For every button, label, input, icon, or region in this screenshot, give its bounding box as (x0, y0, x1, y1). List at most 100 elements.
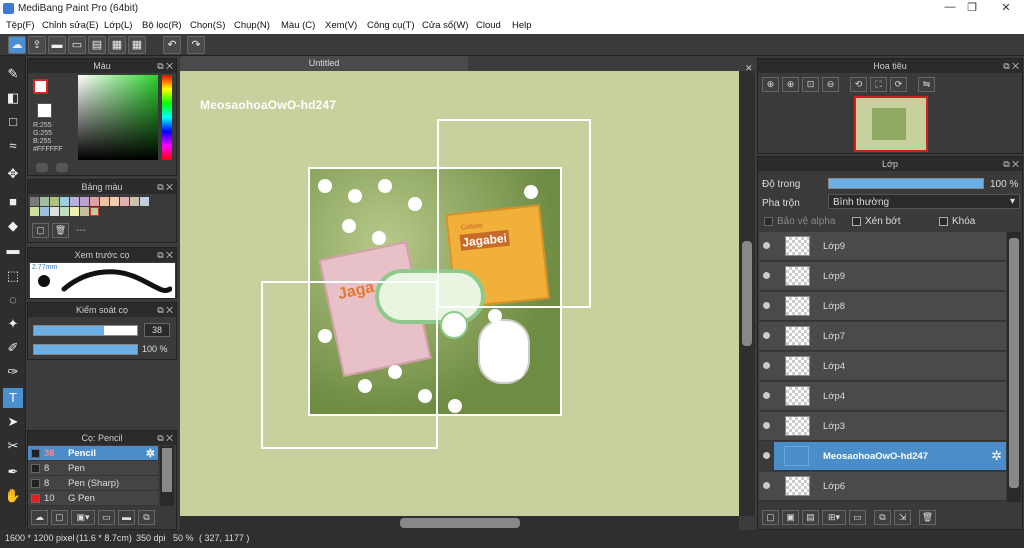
blend-mode-select[interactable]: Bình thường ▾ (828, 194, 1020, 209)
layer-row[interactable]: Lớp7 (759, 322, 1006, 351)
dot-tool-icon[interactable]: □ (3, 112, 23, 132)
select-rect-icon[interactable]: ⬚ (3, 266, 23, 286)
eyedropper-icon[interactable]: ✒ (3, 462, 23, 482)
layer-row[interactable]: Lớp4 (759, 382, 1006, 411)
canvas-vertical-scrollbar[interactable] (739, 71, 755, 516)
panel-pin-icon[interactable]: ⧉ ✕ (1003, 59, 1019, 73)
brush-item-pen[interactable]: 8 Pen (28, 461, 158, 476)
panel-pin-icon[interactable]: ⧉ ✕ (157, 59, 173, 73)
menu-window[interactable]: Cửa sổ(W) (422, 20, 468, 31)
hand-tool-icon[interactable]: ✋ (3, 486, 23, 506)
menu-tools[interactable]: Công cụ(T) (367, 20, 415, 31)
brush-menu-icon[interactable]: ▣▾ (71, 510, 95, 525)
panel-pin-icon[interactable]: ⧉ ✕ (157, 431, 173, 445)
saturation-value-square[interactable] (78, 75, 158, 160)
zoom-in-icon[interactable]: ⊕ (762, 77, 779, 92)
minimize-icon[interactable]: — (938, 1, 962, 13)
menu-select[interactable]: Chọn(S) (190, 20, 225, 31)
clipping-checkbox[interactable] (852, 217, 861, 226)
gallery-icon[interactable]: ▦ (108, 36, 126, 54)
eraser-tool-icon[interactable]: ◧ (3, 88, 23, 108)
menu-color[interactable]: Màu (C) (281, 20, 315, 31)
panel-pin-icon[interactable]: ⧉ ✕ (157, 303, 173, 317)
grid-icon[interactable]: ▦ (128, 36, 146, 54)
brush-opacity-slider[interactable] (33, 344, 138, 355)
brush-item-pencil[interactable]: 38 Pencil ✲ (28, 446, 158, 461)
eye-icon[interactable] (763, 362, 770, 369)
color-mode-icon[interactable] (36, 163, 48, 172)
hue-slider[interactable] (162, 75, 172, 160)
brush-folder-icon[interactable]: ▭ (98, 510, 115, 525)
delete-layer-icon[interactable]: 🗑 (919, 510, 936, 525)
menu-edit[interactable]: Chỉnh sửa(E) (42, 20, 99, 31)
new-layer-1bit-icon[interactable]: ▤ (802, 510, 819, 525)
flip-icon[interactable]: ⇋ (918, 77, 935, 92)
brush-size-slider[interactable] (33, 325, 138, 336)
new-layer-8bit-icon[interactable]: ▣ (782, 510, 799, 525)
protect-alpha-checkbox[interactable] (764, 217, 773, 226)
menu-file[interactable]: Tệp(F) (6, 20, 35, 31)
brush-folder2-icon[interactable]: ▬ (118, 510, 135, 525)
panel-pin-icon[interactable]: ⧉ ✕ (157, 180, 173, 194)
rotate-right-icon[interactable]: ⟳ (890, 77, 907, 92)
layer-list-scrollbar[interactable] (1007, 232, 1021, 502)
layer-row[interactable]: Lớp9 (759, 232, 1006, 261)
redo-icon[interactable]: ↷ (187, 36, 205, 54)
layer-row[interactable]: Lớp4 (759, 352, 1006, 381)
rect-fill-tool-icon[interactable]: ■ (3, 192, 23, 212)
restore-icon[interactable]: ❐ (960, 1, 984, 14)
secondary-color-swatch[interactable] (37, 103, 52, 118)
close-icon[interactable]: ✕ (994, 1, 1018, 14)
panel-pin-icon[interactable]: ⧉ ✕ (157, 248, 173, 262)
selection-frame-bottom-left[interactable] (261, 281, 438, 449)
operation-tool-icon[interactable]: ➤ (3, 412, 23, 432)
brush-item-g-pen[interactable]: 10 G Pen (28, 491, 158, 506)
rotate-left-icon[interactable]: ⟲ (850, 77, 867, 92)
text-tool-icon[interactable]: T (3, 388, 23, 408)
bucket-tool-icon[interactable]: ◆ (3, 216, 23, 236)
panel-pin-icon[interactable]: ⧉ ✕ (1003, 157, 1019, 171)
menu-snap[interactable]: Chụp(N) (234, 20, 270, 31)
gradient-tool-icon[interactable]: ▬ (3, 240, 23, 260)
new-layer-icon[interactable]: ▢ (762, 510, 779, 525)
color-history-icon[interactable] (56, 163, 68, 172)
primary-color-swatch[interactable] (33, 79, 48, 94)
layer-row[interactable]: Lớp9 (759, 262, 1006, 291)
eye-icon[interactable] (763, 242, 770, 249)
delete-palette-icon[interactable]: 🗑 (52, 223, 69, 238)
add-layer-menu-icon[interactable]: ⊞▾ (822, 510, 846, 525)
brush-list-scrollbar[interactable] (160, 446, 174, 506)
selection-frame-top-right[interactable] (437, 119, 591, 308)
cloud-brush-icon[interactable]: ☁ (31, 510, 48, 525)
layer-row[interactable]: Lớp3 (759, 412, 1006, 441)
menu-help[interactable]: Help (512, 20, 532, 31)
chat-icon[interactable]: ▭ (68, 36, 86, 54)
merge-layer-icon[interactable]: ⇲ (894, 510, 911, 525)
blur-tool-icon[interactable]: ≈ (3, 136, 23, 156)
eye-icon[interactable] (763, 302, 770, 309)
eye-icon[interactable] (763, 452, 770, 459)
gear-icon[interactable]: ✲ (991, 448, 1002, 464)
zoom-out-icon[interactable]: ⊕ (782, 77, 799, 92)
canvas-horizontal-scrollbar[interactable] (180, 516, 739, 530)
page-icon[interactable]: ▤ (88, 36, 106, 54)
gear-icon[interactable]: ✲ (146, 447, 155, 460)
duplicate-brush-icon[interactable]: ⧉ (138, 510, 155, 525)
divide-tool-icon[interactable]: ✂ (3, 436, 23, 456)
lock-checkbox[interactable] (939, 217, 948, 226)
menu-filter[interactable]: Bộ lọc(R) (142, 20, 182, 31)
menu-cloud[interactable]: Cloud (476, 20, 501, 31)
layer-folder-icon[interactable]: ▭ (849, 510, 866, 525)
upload-icon[interactable]: ⇪ (28, 36, 46, 54)
select-pen-icon[interactable]: ✐ (3, 338, 23, 358)
magic-wand-icon[interactable]: ✦ (3, 314, 23, 334)
layer-row[interactable]: Lớp6 (759, 472, 1006, 501)
eye-icon[interactable] (763, 332, 770, 339)
add-brush-icon[interactable]: ▢ (51, 510, 68, 525)
navigator-thumbnail[interactable] (854, 96, 928, 152)
eye-icon[interactable] (763, 392, 770, 399)
cloud-icon[interactable]: ☁ (8, 36, 26, 54)
eye-icon[interactable] (763, 482, 770, 489)
duplicate-layer-icon[interactable]: ⧉ (874, 510, 891, 525)
lasso-icon[interactable]: ◌ (3, 290, 23, 310)
